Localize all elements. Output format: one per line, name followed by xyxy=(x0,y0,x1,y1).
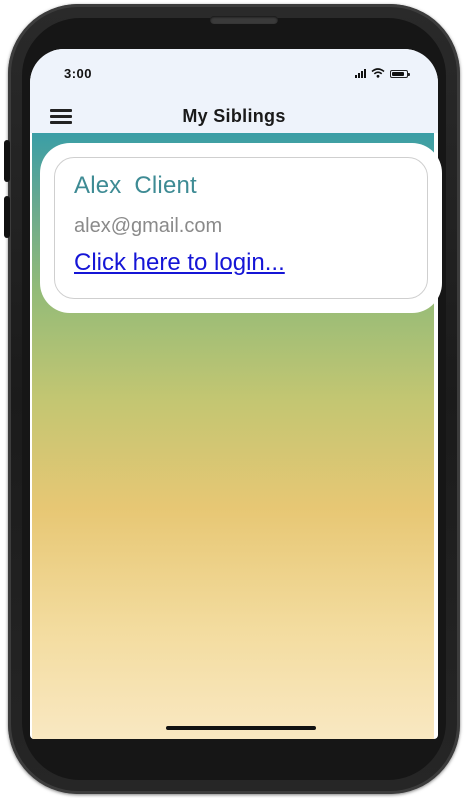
sibling-card: Alex Client alex@gmail.com Click here to… xyxy=(40,143,442,313)
battery-icon xyxy=(390,70,410,78)
status-bar: 3:00 xyxy=(30,49,438,99)
status-icons xyxy=(355,68,410,78)
phone-speaker xyxy=(210,16,278,24)
page-title: My Siblings xyxy=(182,106,286,126)
home-indicator[interactable] xyxy=(166,726,316,730)
status-time: 3:00 xyxy=(64,66,93,81)
wifi-icon xyxy=(371,68,385,78)
sibling-email: alex@gmail.com xyxy=(74,215,223,237)
signal-icon xyxy=(355,69,366,78)
login-link[interactable]: Click here to login... xyxy=(74,249,285,277)
app-header: My Siblings xyxy=(30,99,438,133)
phone-side-button xyxy=(4,140,10,182)
phone-side-button xyxy=(4,196,10,238)
sibling-name: Alex Client xyxy=(74,172,197,199)
